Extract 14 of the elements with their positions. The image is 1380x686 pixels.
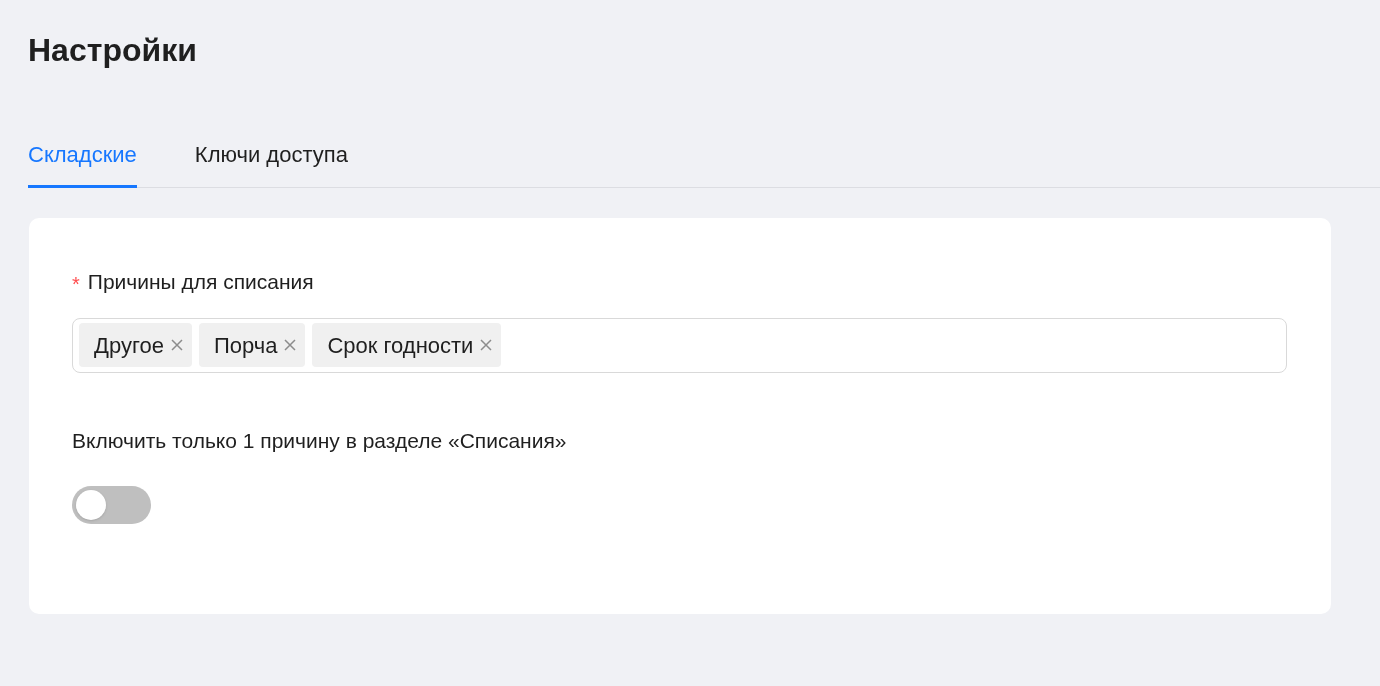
option-label: Включить только 1 причину в разделе «Списания» [72, 427, 567, 454]
tab[interactable]: Складские [28, 130, 137, 188]
required-mark: * [72, 271, 80, 294]
tab[interactable]: Ключи доступа [194, 130, 348, 188]
close-icon[interactable] [283, 338, 298, 352]
close-icon[interactable] [169, 338, 184, 352]
page-title: Настройки [28, 31, 197, 70]
tag-label: Порча [213, 331, 278, 360]
tags-select-field[interactable]: Другое Порча Срок годности [72, 317, 1287, 373]
toggle-switch[interactable] [72, 486, 151, 524]
field-label: Причины для списания [87, 269, 314, 295]
tag-label: Срок годности [327, 331, 474, 360]
tag-label: Другое [94, 331, 164, 360]
close-icon[interactable] [479, 338, 494, 352]
